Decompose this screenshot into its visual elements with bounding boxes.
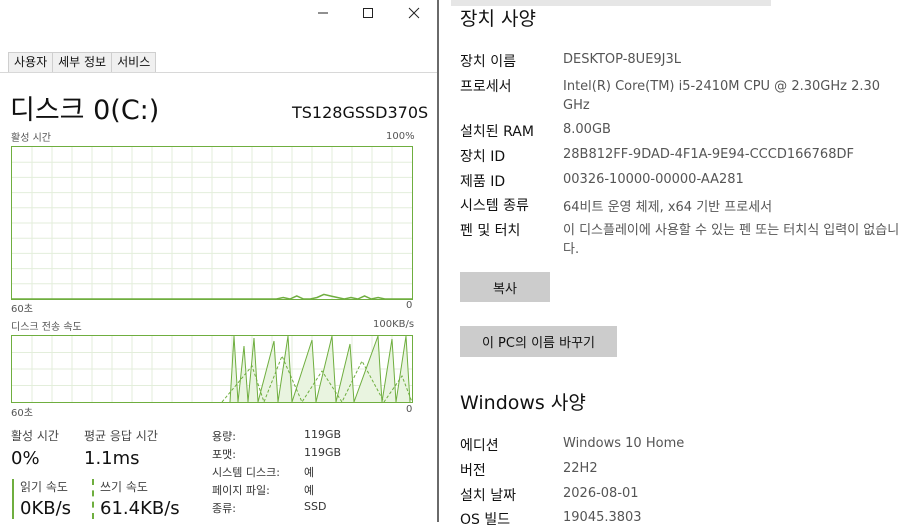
tab-details[interactable]: 세부 정보 bbox=[52, 52, 113, 72]
spec-value-ram[interactable]: 8.00GB bbox=[563, 122, 611, 137]
detail-value-type: SSD bbox=[304, 500, 327, 513]
win-key-install-date: 설치 날짜 bbox=[460, 488, 516, 504]
rename-pc-button[interactable]: 이 PC의 이름 바꾸기 bbox=[460, 326, 617, 357]
detail-key-system-disk: 시스템 디스크: bbox=[212, 466, 280, 479]
spec-key-pen-touch: 펜 및 터치 bbox=[460, 223, 521, 239]
read-speed-value: 0KB/s bbox=[20, 498, 72, 519]
graph2-label: 디스크 전송 속도 bbox=[11, 322, 82, 333]
detail-value-format: 119GB bbox=[304, 446, 342, 459]
graph1-left-axis: 60초 bbox=[11, 304, 33, 315]
transfer-rate-graph bbox=[11, 335, 413, 404]
write-indicator bbox=[92, 479, 94, 519]
win-key-version: 버전 bbox=[460, 463, 486, 479]
graph1-label: 활성 시간 bbox=[11, 133, 51, 144]
read-indicator bbox=[12, 479, 14, 519]
graph2-max: 100KB/s bbox=[373, 319, 415, 330]
win-value-version[interactable]: 22H2 bbox=[563, 461, 598, 476]
tab-services[interactable]: 서비스 bbox=[111, 52, 157, 72]
response-time-value: 1.1ms bbox=[84, 448, 140, 469]
write-speed-label: 쓰기 속도 bbox=[100, 480, 148, 494]
response-time-label: 평균 응답 시간 bbox=[84, 429, 158, 443]
win-value-os-build[interactable]: 19045.3803 bbox=[563, 510, 642, 525]
spec-key-device-name: 장치 이름 bbox=[460, 54, 516, 70]
spec-value-system-type[interactable]: 64비트 운영 체제, x64 기반 프로세서 bbox=[563, 196, 772, 215]
spec-value-device-name[interactable]: DESKTOP-8UE9J3L bbox=[563, 52, 681, 67]
win-key-os-build: OS 빌드 bbox=[460, 512, 511, 528]
copy-button[interactable]: 복사 bbox=[460, 272, 550, 302]
detail-value-page-file: 예 bbox=[304, 484, 315, 497]
tab-bar: 사용자 세부 정보 서비스 bbox=[0, 52, 437, 73]
spec-key-system-type: 시스템 종류 bbox=[460, 198, 529, 214]
spec-value-product-id[interactable]: 00326-10000-00000-AA281 bbox=[563, 172, 744, 187]
maximize-button[interactable] bbox=[345, 0, 391, 26]
graph2-right-axis: 0 bbox=[406, 404, 413, 415]
spec-value-processor[interactable]: Intel(R) Core(TM) i5-2410M CPU @ 2.30GHz… bbox=[563, 77, 898, 115]
close-button[interactable] bbox=[391, 0, 437, 26]
transfer-rate-graph-svg bbox=[12, 335, 413, 404]
active-time-label: 활성 시간 bbox=[11, 429, 59, 443]
win-value-edition[interactable]: Windows 10 Home bbox=[563, 436, 684, 451]
win-key-edition: 에디션 bbox=[460, 438, 499, 454]
graph1-max: 100% bbox=[386, 131, 415, 142]
spec-key-product-id: 제품 ID bbox=[460, 174, 506, 190]
close-icon bbox=[408, 7, 420, 19]
active-time-graph bbox=[11, 146, 413, 300]
disk-title: 디스크 0(C:) bbox=[10, 95, 160, 126]
maximize-icon bbox=[363, 8, 373, 18]
spec-key-ram: 설치된 RAM bbox=[460, 124, 534, 140]
detail-key-page-file: 페이지 파일: bbox=[212, 484, 270, 497]
detail-value-system-disk: 예 bbox=[304, 466, 315, 479]
spec-value-pen-touch[interactable]: 이 디스플레이에 사용할 수 있는 펜 또는 터치식 입력이 없습니다. bbox=[563, 221, 903, 259]
disk-model: TS128GSSD370S bbox=[292, 103, 429, 122]
task-manager-window: 사용자 세부 정보 서비스 디스크 0(C:) TS128GSSD370S 활성… bbox=[0, 0, 437, 522]
write-speed-value: 61.4KB/s bbox=[100, 498, 180, 519]
device-specs-title: 장치 사양 bbox=[460, 8, 536, 30]
tab-users[interactable]: 사용자 bbox=[8, 52, 54, 72]
win-value-install-date[interactable]: 2026-08-01 bbox=[563, 486, 639, 501]
active-time-graph-svg bbox=[12, 147, 412, 300]
minimize-button[interactable] bbox=[300, 0, 346, 26]
spec-key-device-id: 장치 ID bbox=[460, 149, 506, 165]
spec-value-device-id[interactable]: 28B812FF-9DAD-4F1A-9E94-CCCD166768DF bbox=[563, 147, 854, 162]
windows-specs-title: Windows 사양 bbox=[460, 392, 586, 414]
spec-key-processor: 프로세서 bbox=[460, 79, 512, 95]
graph1-right-axis: 0 bbox=[406, 300, 413, 311]
detail-key-capacity: 용량: bbox=[212, 430, 236, 443]
minimize-icon bbox=[318, 12, 328, 14]
detail-key-format: 포맷: bbox=[212, 448, 236, 461]
graph2-left-axis: 60초 bbox=[11, 408, 33, 419]
detail-value-capacity: 119GB bbox=[304, 428, 342, 441]
read-speed-label: 읽기 속도 bbox=[20, 480, 68, 494]
active-time-value: 0% bbox=[11, 448, 40, 469]
detail-key-type: 종류: bbox=[212, 502, 236, 515]
settings-about-panel: 장치 사양 장치 이름 DESKTOP-8UE9J3L 프로세서 Intel(R… bbox=[439, 0, 922, 528]
